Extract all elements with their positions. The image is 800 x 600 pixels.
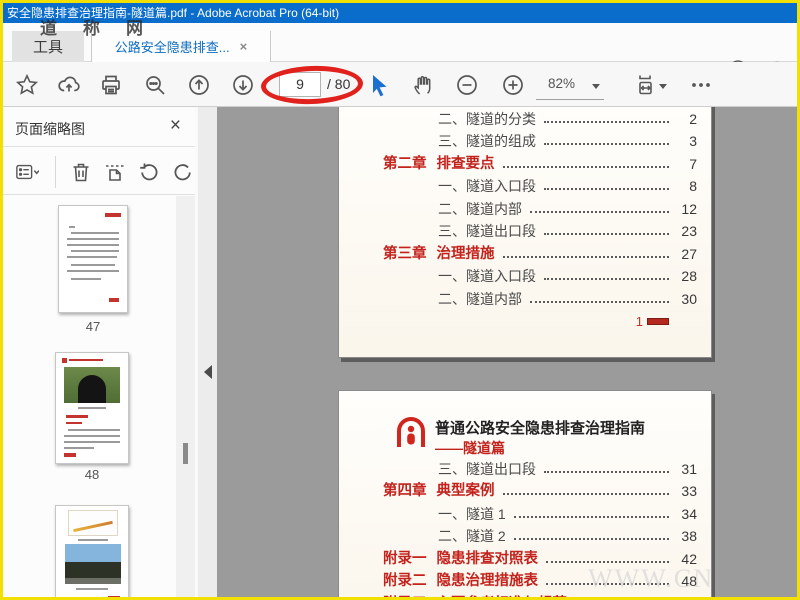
dot-leader [544, 188, 669, 190]
document-view: 二、隧道的分类 2 三、隧道的组成 3 第二章 排查要点 7 一、隧道入口段 8 二、隧道… [217, 107, 797, 597]
thumbnail-label: 48 [84, 467, 100, 482]
folio-number: 1 [635, 314, 643, 329]
divider [55, 156, 56, 188]
zoom-level-value: 82% [548, 76, 576, 91]
toc-chapter-entry[interactable]: 第四章 典型案例 33 [339, 479, 711, 502]
dot-leader [513, 515, 669, 518]
thumbnail-options-icon[interactable] [15, 160, 40, 184]
dot-leader [502, 493, 669, 495]
zoom-out-icon[interactable] [455, 73, 479, 97]
panel-title: 页面缩略图 [15, 121, 85, 137]
fit-width-icon[interactable] [633, 73, 657, 97]
toc-entry[interactable]: 二、隧道内部 12 [339, 196, 711, 219]
delete-pages-icon[interactable] [69, 160, 93, 184]
select-tool-icon[interactable] [367, 73, 391, 97]
dot-leader [544, 143, 669, 145]
print-icon[interactable] [99, 73, 123, 97]
toc-entry[interactable]: 三、隧道出口段 31 [339, 456, 711, 479]
main-toolbar: 9 / 80 82% [3, 62, 797, 107]
dot-leader [544, 278, 669, 280]
tab-close-icon[interactable]: × [240, 39, 248, 54]
thumbnail-page-48[interactable] [55, 352, 129, 464]
dot-leader [530, 210, 669, 213]
toc-entry[interactable]: 一、隧道入口段 28 [339, 264, 711, 287]
dot-leader [513, 538, 669, 540]
toc-entry[interactable]: 二、隧道内部 30 [339, 286, 711, 309]
thumbnail-label: 47 [85, 319, 101, 334]
toc-chapter-entry[interactable]: 第三章 治理措施 27 [339, 241, 711, 264]
toc-entry[interactable]: 三、隧道的组成 3 [339, 129, 711, 152]
panel-splitter[interactable] [195, 107, 217, 597]
thumbnails-panel-header: 页面缩略图 × [3, 107, 195, 147]
thumbnail-page-47[interactable] [58, 205, 128, 313]
dot-leader [502, 165, 669, 168]
red-circle-annotation [260, 64, 364, 106]
search-icon[interactable] [143, 73, 167, 97]
dot-leader [544, 233, 669, 235]
share-upload-icon[interactable] [57, 73, 81, 97]
toc-entry[interactable]: 二、隧道 2 38 [339, 524, 711, 547]
tab-document-label: 公路安全隐患排查... [114, 40, 230, 55]
rotate-left-icon[interactable] [137, 160, 161, 184]
clipped-tool-icon [793, 75, 800, 95]
previous-page-icon[interactable] [187, 73, 211, 97]
toc-chapter-entry[interactable]: 第二章 排查要点 7 [339, 151, 711, 174]
toc-entry[interactable]: 三、隧道出口段 23 [339, 219, 711, 242]
guide-subtitle: ——隧道篇 [435, 440, 505, 456]
thumbnails-panel: 页面缩略图 × 47 48 [3, 107, 195, 597]
dot-leader [544, 470, 669, 473]
guide-title: 普通公路安全隐患排查治理指南 [435, 420, 646, 437]
toc-entry[interactable]: 一、隧道 1 34 [339, 501, 711, 524]
extract-pages-icon[interactable] [103, 160, 127, 184]
dot-leader [546, 560, 669, 563]
watermark-bottom-right: WWW.CN [588, 564, 714, 593]
pdf-page-9: 二、隧道的分类 2 三、隧道的组成 3 第二章 排查要点 7 一、隧道入口段 8 二、隧道… [338, 107, 712, 358]
watermark-top-left: 道称网 [40, 19, 169, 38]
thumbnails-toolbar [3, 148, 195, 195]
chevron-down-icon [659, 84, 667, 89]
panel-close-icon[interactable]: × [170, 115, 181, 137]
collapse-panel-icon[interactable] [204, 365, 212, 379]
toc-entry[interactable]: 一、隧道入口段 8 [339, 174, 711, 197]
panel-scrollbar-thumb[interactable] [183, 443, 188, 464]
chevron-down-icon [592, 84, 600, 89]
tab-tools-label: 工具 [32, 39, 63, 56]
toc-entry[interactable]: 二、隧道的分类 2 [339, 107, 711, 129]
zoom-level-dropdown[interactable]: 82% [536, 72, 604, 100]
zoom-in-icon[interactable] [501, 73, 525, 97]
tunnel-logo-icon [397, 417, 425, 447]
rotate-right-icon[interactable] [171, 160, 195, 184]
page-footer: 1 [636, 314, 669, 329]
hand-tool-icon[interactable] [411, 73, 435, 97]
folio-bar [647, 318, 669, 325]
dot-leader [502, 255, 669, 258]
thumbnail-page-49[interactable] [55, 505, 129, 597]
dot-leader [544, 120, 669, 123]
more-tools-icon[interactable] [689, 73, 713, 97]
next-page-icon[interactable] [231, 73, 255, 97]
panel-scrollbar-track[interactable] [176, 196, 195, 597]
star-favorites-icon[interactable] [15, 73, 39, 97]
dot-leader [530, 300, 669, 303]
